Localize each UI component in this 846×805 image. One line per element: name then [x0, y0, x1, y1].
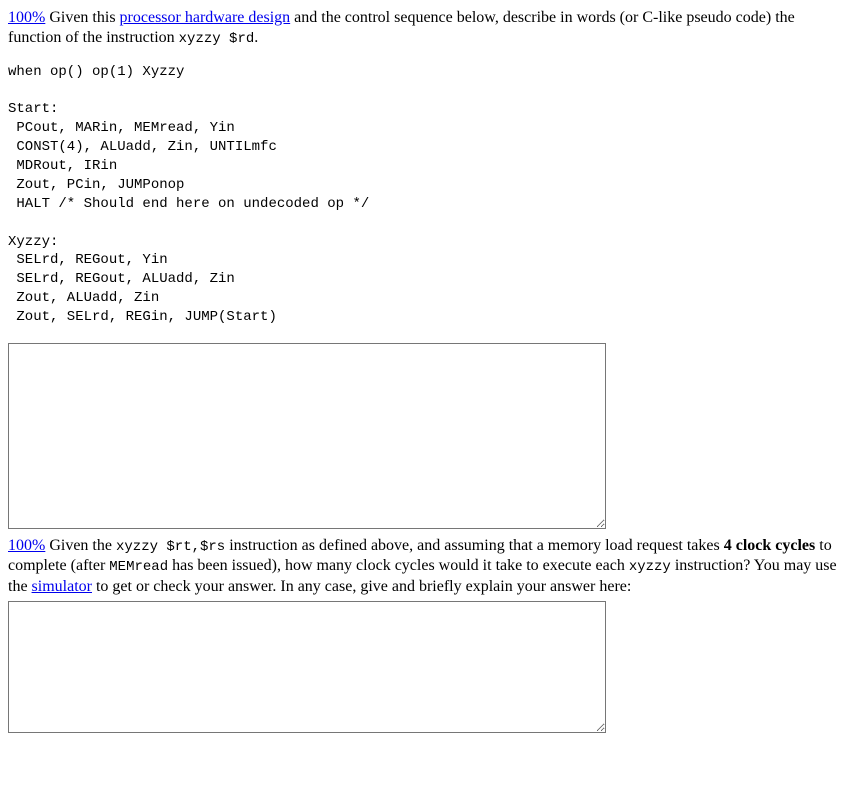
q2-memread: MEMread [109, 559, 168, 575]
control-sequence-code: when op() op(1) Xyzzy Start: PCout, MARi… [8, 63, 838, 327]
score-link-1[interactable]: 100% [8, 9, 45, 26]
answer-1-container [8, 341, 838, 536]
q2-instr2: xyzzy [629, 559, 671, 575]
answer-2-container [8, 599, 838, 740]
q2-bold: 4 clock cycles [724, 537, 816, 554]
question-2-prompt: 100% Given the xyzzy $rt,$rs instruction… [8, 536, 838, 597]
answer-1-textarea[interactable] [8, 343, 606, 529]
q2-text1: Given the [45, 537, 116, 554]
q2-text6: to get or check your answer. In any case… [92, 578, 631, 595]
q2-text4: has been issued), how many clock cycles … [168, 557, 629, 574]
q1-instruction: xyzzy $rd [179, 31, 255, 47]
q2-instr: xyzzy $rt,$rs [116, 539, 225, 555]
answer-2-textarea[interactable] [8, 601, 606, 733]
q1-text-before: Given this [45, 9, 119, 26]
processor-hardware-design-link[interactable]: processor hardware design [120, 9, 291, 26]
score-link-2[interactable]: 100% [8, 537, 45, 554]
q1-period: . [254, 29, 258, 46]
question-1-prompt: 100% Given this processor hardware desig… [8, 8, 838, 49]
q2-text2: instruction as defined above, and assumi… [225, 537, 724, 554]
simulator-link[interactable]: simulator [32, 578, 92, 595]
